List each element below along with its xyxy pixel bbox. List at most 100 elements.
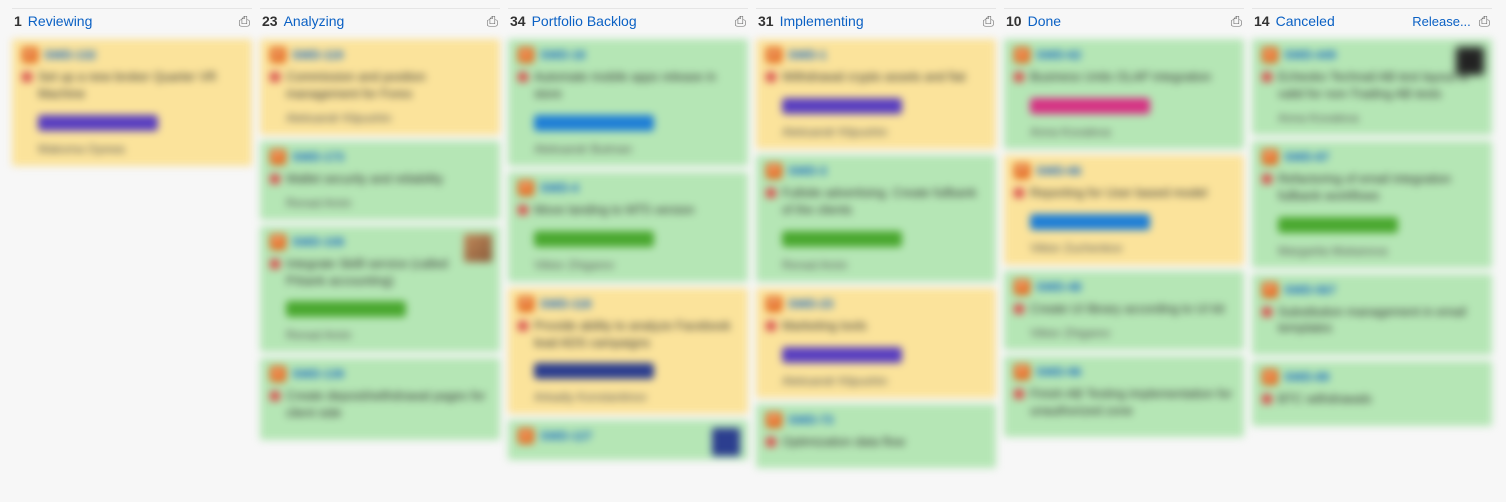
- type-badge-icon: F: [766, 163, 782, 179]
- type-badge-icon: F: [270, 47, 286, 63]
- column-count: 14: [1254, 13, 1270, 29]
- card-title: Withdrawal crypto assets and fiat: [782, 69, 965, 86]
- column-header: 23Analyzing⎙: [260, 8, 500, 39]
- type-badge-icon: F: [1262, 369, 1278, 385]
- status-tag: [1030, 98, 1150, 114]
- card-id[interactable]: SWD-1: [788, 48, 827, 62]
- priority-icon: [766, 321, 776, 331]
- print-icon[interactable]: ⎙: [1479, 14, 1490, 28]
- card-id[interactable]: SWD-118: [540, 297, 591, 311]
- card-title: Marketing tools: [782, 318, 867, 335]
- kanban-card[interactable]: FSWD-87Refactoring of email integration …: [1252, 141, 1492, 268]
- kanban-card[interactable]: FSWD-567Substitution management in email…: [1252, 274, 1492, 356]
- priority-icon: [1014, 389, 1024, 399]
- card-title: Move landing to MT5 version: [534, 202, 695, 219]
- card-assignee: Margarita Mukanova: [1278, 244, 1482, 258]
- kanban-card[interactable]: FSWD-66Reporting for User based modelVik…: [1004, 155, 1244, 265]
- avatar[interactable]: [464, 234, 492, 262]
- card-id[interactable]: SWD-3: [788, 164, 827, 178]
- card-title: Echeoko Technail AB test layout is valid…: [1278, 69, 1482, 103]
- priority-icon: [1262, 174, 1272, 184]
- card-id[interactable]: SWD-23: [788, 297, 833, 311]
- kanban-card[interactable]: FSWD-18Automate mobile apps release in s…: [508, 39, 748, 166]
- kanban-card[interactable]: FSWD-23Marketing toolsAleksandr Klipushi…: [756, 288, 996, 398]
- card-id[interactable]: SWD-132: [44, 48, 96, 62]
- card-id[interactable]: SWD-108: [292, 235, 344, 249]
- kanban-card[interactable]: FSWD-4Move landing to MT5 versionViktor …: [508, 172, 748, 282]
- card-id[interactable]: SWD-87: [1284, 150, 1329, 164]
- card-id[interactable]: SWD-66: [1036, 164, 1081, 178]
- card-id[interactable]: SWD-119: [292, 48, 343, 62]
- type-badge-icon: F: [766, 47, 782, 63]
- kanban-card[interactable]: FSWD-73Optimization data flow: [756, 404, 996, 469]
- card-assignee: Renad Amin: [782, 258, 986, 272]
- status-tag: [38, 115, 158, 131]
- kanban-card[interactable]: FSWD-173Wallet security and reliabilityR…: [260, 141, 500, 220]
- card-id[interactable]: SWD-173: [292, 150, 344, 164]
- kanban-card[interactable]: FSWD-119Commission and position manageme…: [260, 39, 500, 135]
- card-id[interactable]: SWD-89: [1284, 370, 1329, 384]
- card-id[interactable]: SWD-567: [1284, 283, 1336, 297]
- card-id[interactable]: SWD-73: [788, 413, 833, 427]
- priority-icon: [766, 437, 776, 447]
- column-title[interactable]: Canceled: [1276, 13, 1335, 29]
- avatar[interactable]: [712, 428, 740, 456]
- card-id[interactable]: SWD-139: [292, 367, 344, 381]
- kanban-card[interactable]: FSWD-108Integrate Skilll service (called…: [260, 226, 500, 353]
- column-header: 10Done⎙: [1004, 8, 1244, 39]
- kanban-card[interactable]: F SWD-127: [508, 420, 748, 460]
- cards-container: F SWD-449 Echeoko Technail AB test layout …: [1252, 39, 1492, 426]
- column-title[interactable]: Done: [1028, 13, 1061, 29]
- card-id[interactable]: SWD-96: [1036, 365, 1081, 379]
- card-id[interactable]: SWD-449: [1284, 48, 1336, 62]
- kanban-card[interactable]: FSWD-118Provide ability to analyze Faceb…: [508, 288, 748, 415]
- card-assignee: Renad Amin: [286, 328, 490, 342]
- card-title: Reporting for User based model: [1030, 185, 1207, 202]
- release-link[interactable]: Release...: [1412, 14, 1471, 29]
- status-tag: [782, 98, 902, 114]
- card-assignee: Makoma Oyewa: [38, 142, 242, 156]
- card-title: Wallet security and reliability: [286, 171, 443, 188]
- card-assignee: Aleksandr Klipushin: [286, 111, 490, 125]
- kanban-card[interactable]: FSWD-449Echeoko Technail AB test layout …: [1252, 39, 1492, 135]
- avatar[interactable]: [1456, 47, 1484, 75]
- kanban-card[interactable]: FSWD-62Business Units OLAP integrationAn…: [1004, 39, 1244, 149]
- print-icon[interactable]: ⎙: [983, 14, 994, 28]
- card-id[interactable]: SWD-62: [1036, 48, 1081, 62]
- kanban-card[interactable]: FSWD-48Create UI library according to UI…: [1004, 271, 1244, 350]
- card-title: Refactoring of email integration fullban…: [1278, 171, 1482, 205]
- column-title[interactable]: Portfolio Backlog: [532, 13, 637, 29]
- kanban-card[interactable]: FSWD-96Finish AB Testing implementation …: [1004, 356, 1244, 438]
- type-badge-icon: F: [518, 428, 534, 444]
- print-icon[interactable]: ⎙: [735, 14, 746, 28]
- column-title[interactable]: Analyzing: [284, 13, 345, 29]
- card-id[interactable]: SWD-48: [1036, 280, 1081, 294]
- column-count: 31: [758, 13, 774, 29]
- card-assignee: Aleksandr Klipushin: [782, 374, 986, 388]
- kanban-card[interactable]: FSWD-89BTC withdrawals: [1252, 361, 1492, 426]
- kanban-column: 14 Canceled Release... ⎙ F SWD-449 Echeoko Tec…: [1252, 8, 1492, 426]
- column-title[interactable]: Implementing: [780, 13, 864, 29]
- kanban-card[interactable]: FSWD-139Create deposit/withdrawal pages …: [260, 358, 500, 440]
- card-title: Optimization data flow: [782, 434, 905, 451]
- kanban-card[interactable]: FSWD-3Fullsite advertising. Create fullb…: [756, 155, 996, 282]
- type-badge-icon: F: [270, 149, 286, 165]
- type-badge-icon: F: [518, 47, 534, 63]
- kanban-card[interactable]: FSWD-1Withdrawal crypto assets and fiatA…: [756, 39, 996, 149]
- print-icon[interactable]: ⎙: [239, 14, 250, 28]
- print-icon[interactable]: ⎙: [487, 14, 498, 28]
- type-badge-icon: F: [518, 180, 534, 196]
- type-badge-icon: F: [270, 234, 286, 250]
- column-title[interactable]: Reviewing: [28, 13, 93, 29]
- priority-icon: [1014, 188, 1024, 198]
- print-icon[interactable]: ⎙: [1231, 14, 1242, 28]
- column-count: 1: [14, 13, 22, 29]
- card-title: Substitution management in email templat…: [1278, 304, 1482, 338]
- kanban-column: 23Analyzing⎙FSWD-119Commission and posit…: [260, 8, 500, 440]
- type-badge-icon: F: [518, 296, 534, 312]
- card-id[interactable]: SWD-4: [540, 181, 579, 195]
- card-id[interactable]: SWD-127: [540, 429, 592, 443]
- card-id[interactable]: SWD-18: [540, 48, 585, 62]
- kanban-card[interactable]: FSWD-132Set up a new broker Quarter VR M…: [12, 39, 252, 166]
- status-tag: [782, 347, 902, 363]
